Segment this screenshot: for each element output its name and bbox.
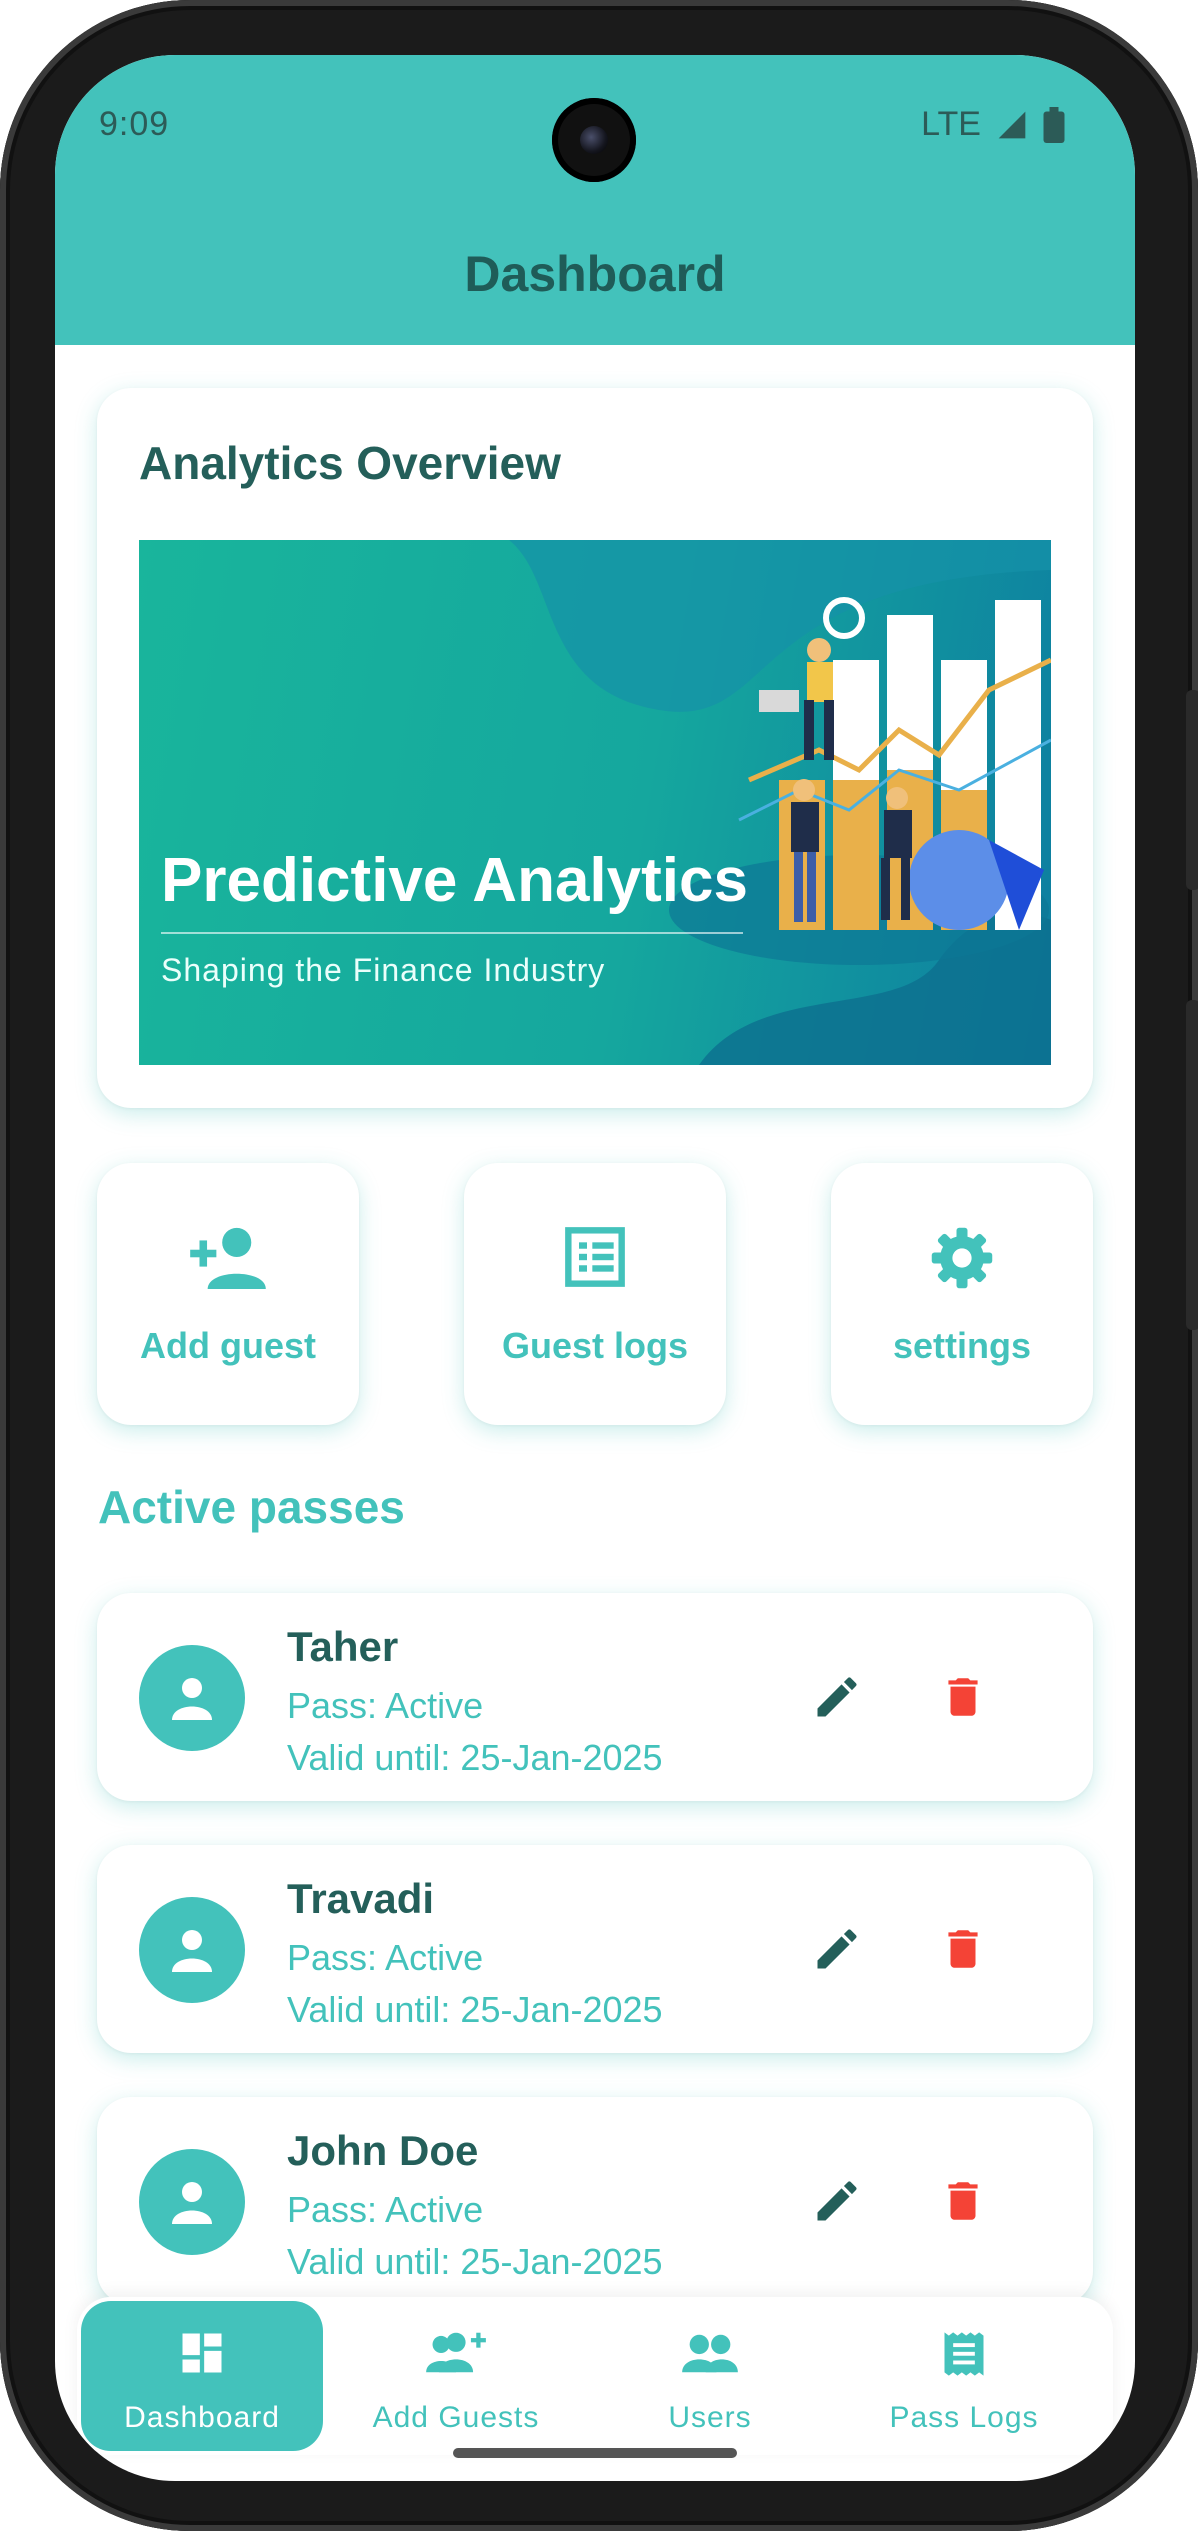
pass-valid-until: Valid until: 25-Jan-2025 [287,2241,663,2282]
pass-card[interactable]: Taher Pass: Active Valid until: 25-Jan-2… [97,1593,1093,1801]
trash-icon [948,2182,978,2220]
pencil-icon [817,2181,857,2221]
pass-valid-until: Valid until: 25-Jan-2025 [287,1737,663,1778]
people-icon [682,2334,738,2373]
nav-label-pass-logs: Pass Logs [889,2401,1039,2434]
signal-icon [998,111,1026,138]
guest-name: Taher [287,1623,399,1670]
nav-item-dashboard[interactable]: Dashboard [81,2301,323,2451]
avatar [139,2149,245,2255]
delete-button[interactable] [935,2173,991,2229]
gear-icon [931,1227,993,1289]
home-indicator[interactable] [453,2448,737,2458]
pass-card[interactable]: Travadi Pass: Active Valid until: 25-Jan… [97,1845,1093,2053]
pass-status: Pass: Active [287,1937,484,1978]
delete-button[interactable] [935,1921,991,1977]
settings-button[interactable]: settings [831,1163,1093,1425]
guest-name: John Doe [287,2127,479,2174]
add-guest-label: Add guest [140,1325,316,1366]
active-passes-heading: Active passes [98,1481,405,1533]
avatar [139,1645,245,1751]
nav-item-pass-logs[interactable]: Pass Logs [843,2301,1085,2451]
pass-card[interactable]: John Doe Pass: Active Valid until: 25-Ja… [97,2097,1093,2305]
front-camera [552,98,636,182]
network-label: LTE [921,105,981,143]
trash-icon [948,1678,978,1716]
pass-status: Pass: Active [287,1685,484,1726]
avatar [139,1897,245,2003]
pass-status: Pass: Active [287,2189,484,2230]
status-icons: LTE [921,105,1065,144]
guest-name: Travadi [287,1875,435,1922]
settings-label: settings [892,1325,1032,1366]
guest-logs-label: Guest logs [501,1325,689,1366]
edit-button[interactable] [809,1669,865,1725]
person-add-icon [190,1227,266,1289]
person-icon [172,2182,212,2224]
app-bar: 9:09 LTE Dashboard [55,55,1135,345]
power-button [1186,1000,1198,1330]
pencil-icon [817,1929,857,1969]
nav-label-users: Users [668,2401,752,2434]
nav-label-add-guests: Add Guests [372,2401,540,2434]
volume-button [1186,690,1198,890]
delete-button[interactable] [935,1669,991,1725]
nav-item-add-guests[interactable]: Add Guests [335,2301,577,2451]
dashboard-icon [182,2333,222,2373]
group-add-icon [426,2332,486,2373]
battery-icon [1043,106,1065,143]
trash-icon [948,1930,978,1968]
banner-title: Predictive Analytics [161,846,748,915]
add-guest-button[interactable]: Add guest [97,1163,359,1425]
screen: 9:09 LTE Dashboard Analytics Overview Pr… [55,55,1135,2481]
analytics-card: Analytics Overview Predictive Analytics … [97,388,1093,1108]
edit-button[interactable] [809,2173,865,2229]
phone-frame: 9:09 LTE Dashboard Analytics Overview Pr… [0,0,1198,2531]
person-icon [172,1930,212,1972]
analytics-title: Analytics Overview [139,437,561,489]
analytics-banner-image: Predictive Analytics Shaping the Finance… [139,540,1051,1065]
list-alt-icon [565,1227,625,1287]
receipt-icon [944,2332,984,2376]
banner-divider [161,932,743,934]
nav-item-users[interactable]: Users [589,2301,831,2451]
person-icon [172,1678,212,1720]
guest-logs-button[interactable]: Guest logs [464,1163,726,1425]
nav-label-dashboard: Dashboard [124,2401,280,2434]
status-time: 9:09 [99,105,170,143]
page-title: Dashboard [464,246,726,302]
bottom-nav: Dashboard Add Guests Users Pass Logs [77,2297,1113,2455]
edit-button[interactable] [809,1921,865,1977]
pencil-icon [817,1677,857,1717]
pass-valid-until: Valid until: 25-Jan-2025 [287,1989,663,2030]
banner-subtitle: Shaping the Finance Industry [161,952,606,988]
